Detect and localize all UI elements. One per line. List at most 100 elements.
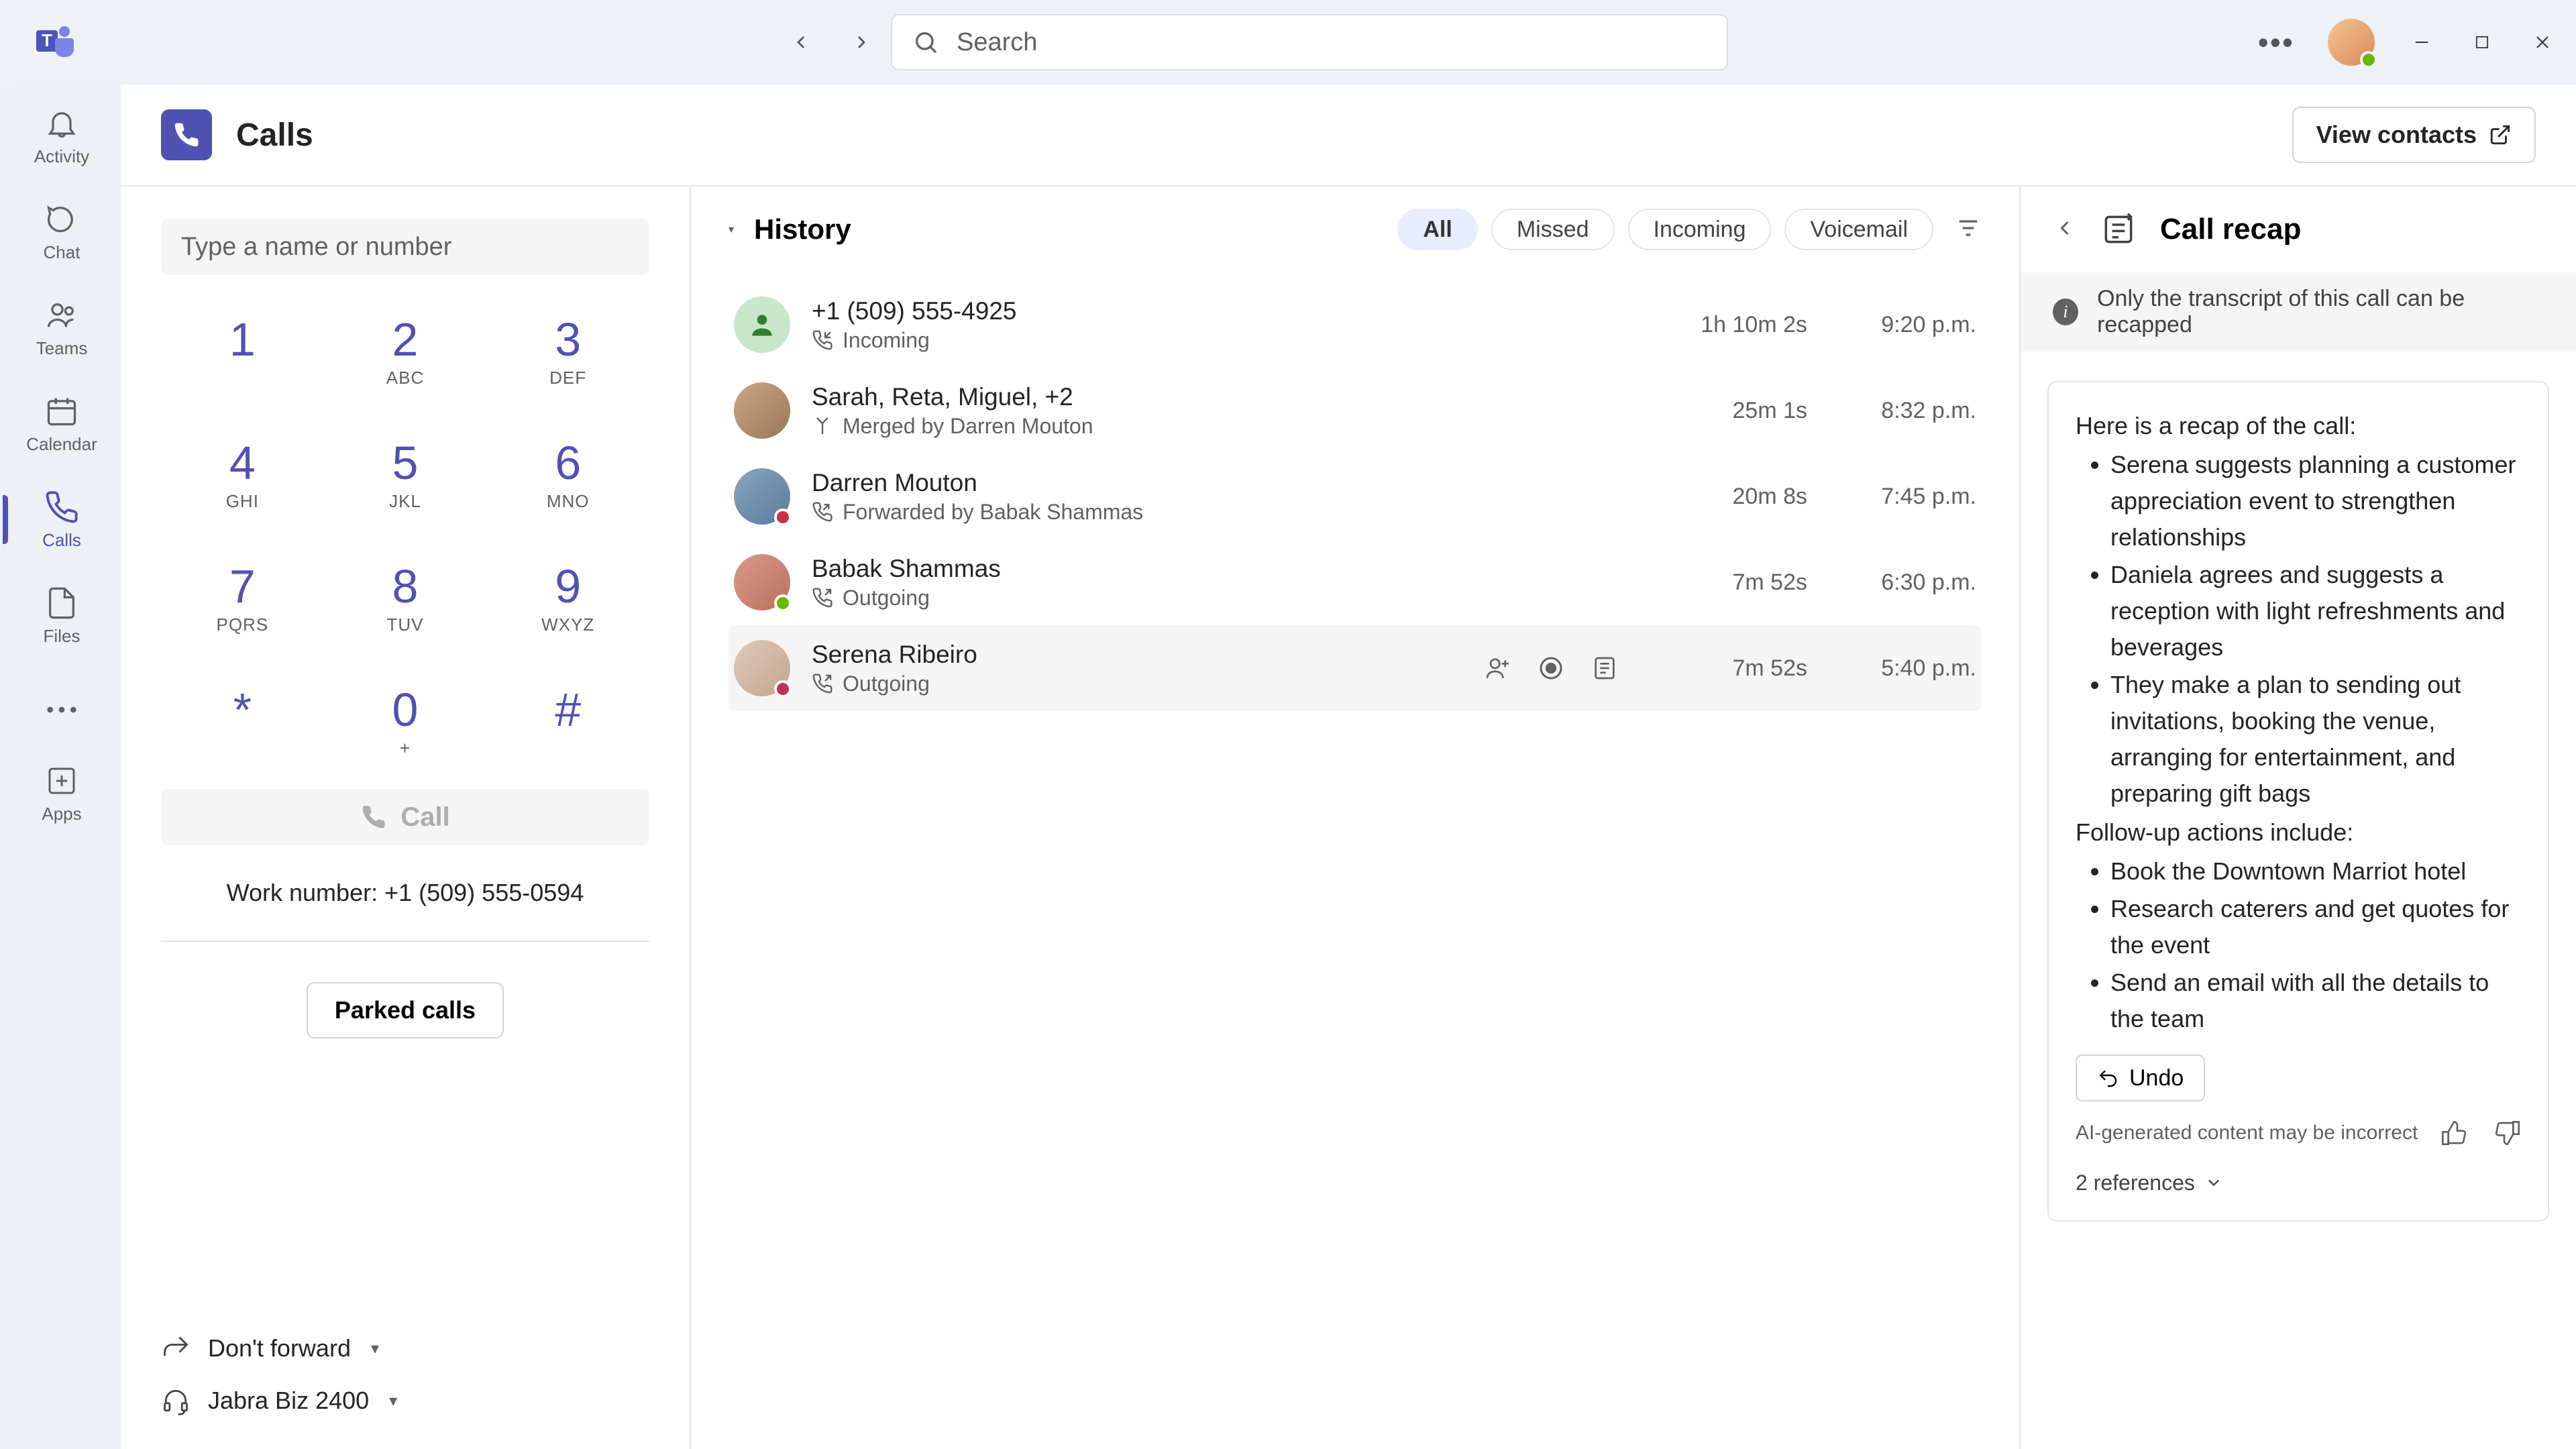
key-4[interactable]: 4GHI — [161, 412, 324, 535]
recap-title: Call recap — [2160, 213, 2301, 246]
history-row[interactable]: Darren Mouton Forwarded by Babak Shammas… — [729, 453, 1982, 539]
avatar — [734, 468, 790, 525]
collapse-caret-icon[interactable]: ▾ — [729, 223, 734, 236]
rail-more-button[interactable] — [3, 691, 121, 729]
content: Calls View contacts Type a name or numbe… — [121, 85, 2576, 1449]
key-1[interactable]: 1 — [161, 288, 324, 412]
parked-calls-button[interactable]: Parked calls — [307, 982, 504, 1038]
rail-item-calendar[interactable]: Calendar — [3, 392, 121, 455]
merge-icon — [812, 415, 833, 437]
rail-item-teams[interactable]: Teams — [3, 297, 121, 359]
key-hash[interactable]: # — [486, 659, 649, 782]
phone-icon — [43, 488, 80, 526]
thumbs-down-icon[interactable] — [2494, 1120, 2521, 1146]
bell-icon — [43, 105, 80, 142]
maximize-button[interactable] — [2469, 29, 2496, 56]
app-rail: Activity Chat Teams Calendar Calls Files… — [3, 85, 121, 1449]
filter-missed[interactable]: Missed — [1491, 209, 1615, 250]
history-row[interactable]: Sarah, Reta, Miguel, +2 Merged by Darren… — [729, 368, 1982, 453]
thumbs-up-icon[interactable] — [2440, 1120, 2467, 1146]
call-button[interactable]: Call — [161, 789, 649, 845]
more-options-button[interactable]: ••• — [2258, 24, 2294, 60]
history-list: +1 (509) 555-4925 Incoming 1h 10m 2s 9:2… — [691, 272, 2019, 1449]
filter-incoming[interactable]: Incoming — [1628, 209, 1772, 250]
filter-all[interactable]: All — [1397, 209, 1477, 250]
nav-forward-button[interactable] — [848, 29, 875, 56]
presence-dnd-icon — [774, 680, 792, 698]
user-avatar[interactable] — [2328, 19, 2375, 66]
key-6[interactable]: 6MNO — [486, 412, 649, 535]
key-8[interactable]: 8TUV — [324, 535, 487, 659]
key-3[interactable]: 3DEF — [486, 288, 649, 412]
avatar — [734, 297, 790, 353]
avatar — [734, 554, 790, 610]
outgoing-call-icon — [812, 673, 833, 694]
history-header: ▾ History All Missed Incoming Voicemail — [691, 186, 2019, 272]
columns: Type a name or number 1 2ABC 3DEF 4GHI 5… — [121, 186, 2576, 1449]
nav-back-button[interactable] — [788, 29, 814, 56]
caret-down-icon: ▾ — [389, 1391, 397, 1411]
calls-tile-icon — [161, 109, 212, 160]
key-0[interactable]: 0+ — [324, 659, 487, 782]
rail-item-apps[interactable]: Apps — [3, 762, 121, 824]
page-title: Calls — [236, 117, 313, 154]
content-header: Calls View contacts — [121, 85, 2576, 186]
undo-icon — [2097, 1067, 2118, 1089]
history-title: History — [754, 213, 851, 246]
titlebar: T Search ••• — [0, 0, 2576, 85]
forward-icon — [161, 1334, 191, 1363]
presence-available-icon — [774, 594, 792, 612]
history-row[interactable]: +1 (509) 555-4925 Incoming 1h 10m 2s 9:2… — [729, 282, 1982, 368]
incoming-call-icon — [812, 329, 833, 351]
rail-item-calls[interactable]: Calls — [3, 488, 121, 551]
teams-logo-icon: T — [34, 19, 76, 66]
close-button[interactable] — [2529, 29, 2556, 56]
view-contacts-button[interactable]: View contacts — [2292, 107, 2536, 163]
recap-banner: i Only the transcript of this call can b… — [2021, 272, 2576, 352]
history-panel: ▾ History All Missed Incoming Voicemail — [691, 186, 2021, 1449]
rail-item-files[interactable]: Files — [3, 584, 121, 647]
presence-dnd-icon — [774, 508, 792, 526]
back-button[interactable] — [2053, 216, 2077, 244]
search-icon — [912, 29, 939, 56]
caret-down-icon: ▾ — [371, 1339, 379, 1358]
history-row[interactable]: Babak Shammas Outgoing 7m 52s 6:30 p.m. — [729, 539, 1982, 625]
device-dropdown[interactable]: Jabra Biz 2400 ▾ — [161, 1386, 649, 1415]
chevron-down-icon — [2204, 1173, 2223, 1192]
key-9[interactable]: 9WXYZ — [486, 535, 649, 659]
add-person-icon[interactable] — [1484, 655, 1511, 682]
history-row[interactable]: Serena Ribeiro Outgoing 7m 52s 5:40 p.m. — [729, 625, 1982, 711]
presence-available-icon — [2360, 51, 2377, 68]
file-icon — [43, 584, 80, 622]
key-7[interactable]: 7PQRS — [161, 535, 324, 659]
dial-input[interactable]: Type a name or number — [161, 219, 649, 275]
recap-header: Call recap — [2021, 186, 2576, 272]
search-input[interactable]: Search — [891, 14, 1728, 70]
divider — [161, 941, 649, 942]
recap-panel: Call recap i Only the transcript of this… — [2021, 186, 2576, 1449]
minimize-button[interactable] — [2408, 29, 2435, 56]
undo-button[interactable]: Undo — [2076, 1055, 2205, 1102]
dialer-panel: Type a name or number 1 2ABC 3DEF 4GHI 5… — [121, 186, 691, 1449]
recap-card: Here is a recap of the call: Serena sugg… — [2047, 381, 2549, 1222]
references-toggle[interactable]: 2 references — [2076, 1167, 2521, 1199]
key-star[interactable]: * — [161, 659, 324, 782]
forwarded-call-icon — [812, 501, 833, 523]
more-icon — [43, 691, 80, 729]
filter-voicemail[interactable]: Voicemail — [1784, 209, 1933, 250]
calendar-icon — [43, 392, 80, 430]
phone-icon — [360, 804, 387, 830]
dialpad: 1 2ABC 3DEF 4GHI 5JKL 6MNO 7PQRS 8TUV 9W… — [161, 288, 649, 782]
transcript-icon[interactable] — [1591, 655, 1618, 682]
key-2[interactable]: 2ABC — [324, 288, 487, 412]
key-5[interactable]: 5JKL — [324, 412, 487, 535]
rail-item-activity[interactable]: Activity — [3, 105, 121, 167]
forward-dropdown[interactable]: Don't forward ▾ — [161, 1334, 649, 1363]
svg-text:T: T — [42, 30, 52, 50]
record-icon[interactable] — [1538, 655, 1564, 682]
workspace: Activity Chat Teams Calendar Calls Files… — [3, 85, 2576, 1449]
rail-item-chat[interactable]: Chat — [3, 201, 121, 263]
filter-icon[interactable] — [1955, 215, 1982, 245]
apps-icon — [43, 762, 80, 800]
outgoing-call-icon — [812, 587, 833, 608]
